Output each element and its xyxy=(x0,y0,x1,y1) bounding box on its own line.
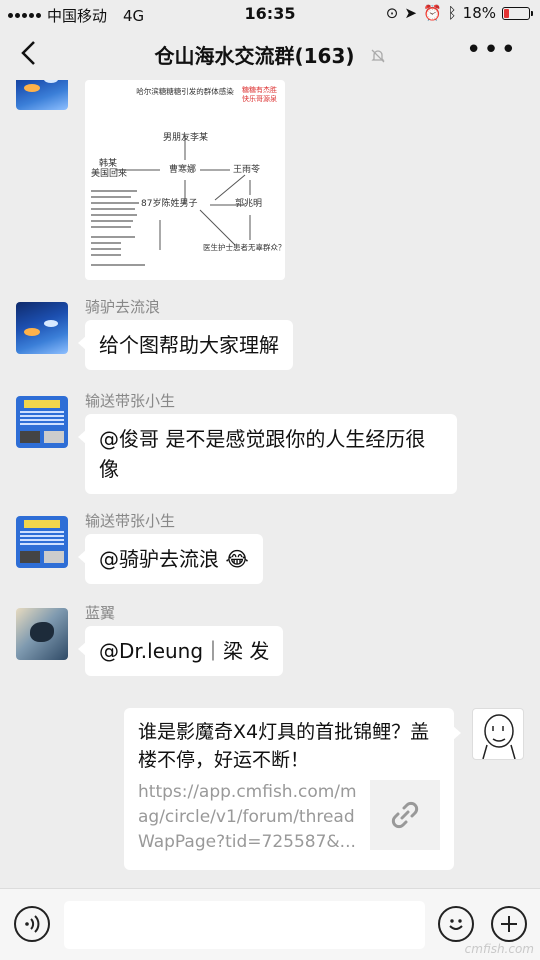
avatar[interactable] xyxy=(16,516,68,568)
link-title: 谁是影魔奇X4灯具的首批锦鲤？盖楼不停，好运不断！ xyxy=(138,721,430,771)
battery-icon xyxy=(502,6,533,20)
watermark: cmfish.com xyxy=(464,942,534,956)
avatar[interactable] xyxy=(16,396,68,448)
message-text: 给个图帮助大家理解 xyxy=(99,333,279,357)
battery-percent: 18% xyxy=(462,4,496,22)
alarm-icon: ⏰ xyxy=(422,4,442,22)
status-bar: 中国移动 4G 16:35 ⊙ ➤ ⏰ ᛒ 18% xyxy=(0,0,540,30)
link-url: https://app.cmfish.com/mag/circle/v1/for… xyxy=(138,782,357,852)
diagram-node-wang: 王雨苓 xyxy=(233,165,261,175)
voice-icon[interactable] xyxy=(14,906,50,942)
diagram-node-man87: 87岁陈姓男子 xyxy=(141,199,198,209)
more-dots-icon[interactable]: ••• xyxy=(466,37,518,63)
bluetooth-icon: ᛒ xyxy=(447,4,457,22)
message-bubble[interactable]: @骑驴去流浪 😂 xyxy=(78,534,263,584)
input-bar: cmfish.com xyxy=(0,888,540,960)
message-bubble[interactable]: @Dr.leung｜梁 发 xyxy=(77,626,284,676)
status-right: ⊙ ➤ ⏰ ᛒ 18% xyxy=(385,4,533,22)
group-name: 仓山海水交流群(163) xyxy=(154,44,355,68)
sender-name: 骑驴去流浪 xyxy=(85,298,161,316)
sender-name: 蓝翼 xyxy=(85,604,116,622)
avatar[interactable] xyxy=(472,708,524,760)
chat-header: 仓山海水交流群(163) ••• xyxy=(0,30,540,80)
diagram-node-doctor: 医生护士患者无辜群众？？ xyxy=(203,243,285,252)
diagram-node-guo: 郭兆明 xyxy=(235,199,263,209)
chat-title: 仓山海水交流群(163) xyxy=(0,40,540,69)
link-icon xyxy=(370,780,440,850)
message-bubble[interactable]: 给个图帮助大家理解 xyxy=(78,320,293,370)
diagram-red-note: 糖糖有杰胜 快乐哥源泉 xyxy=(242,86,277,103)
diagram-node-cao: 曹寒娜 xyxy=(169,165,197,175)
lock-rotation-icon: ⊙ xyxy=(385,4,399,22)
sender-name: 输送带张小生 xyxy=(85,512,176,530)
message-text: @俊哥 是不是感觉跟你的人生经历很像 xyxy=(99,427,426,481)
avatar[interactable] xyxy=(16,80,68,110)
doodle-face-icon xyxy=(482,714,516,759)
avatar[interactable] xyxy=(16,608,68,660)
message-text: @骑驴去流浪 😂 xyxy=(99,547,249,571)
plus-icon[interactable] xyxy=(491,906,527,942)
message-list[interactable]: 哈尔滨糖糖糖引发的群体感染 糖糖有杰胜 快乐哥源泉 男朋友李某 韩某 美国回来 曹… xyxy=(0,80,540,888)
battery-fill xyxy=(504,8,509,18)
image-message[interactable]: 哈尔滨糖糖糖引发的群体感染 糖糖有杰胜 快乐哥源泉 男朋友李某 韩某 美国回来 曹… xyxy=(85,80,285,280)
diagram-node-boyfriend: 男朋友李某 xyxy=(163,133,209,143)
location-icon: ➤ xyxy=(404,4,417,22)
diagram-node-us: 美国回来 xyxy=(91,169,128,179)
link-card[interactable]: 谁是影魔奇X4灯具的首批锦鲤？盖楼不停，好运不断！ https://app.cm… xyxy=(124,708,461,870)
message-text: @Dr.leung｜梁 发 xyxy=(99,639,270,663)
message-bubble[interactable]: @俊哥 是不是感觉跟你的人生经历很像 xyxy=(78,414,457,494)
emoji-icon[interactable] xyxy=(438,906,474,942)
bell-mute-icon xyxy=(370,48,386,68)
avatar[interactable] xyxy=(16,302,68,354)
message-input[interactable] xyxy=(64,901,425,949)
sender-name: 输送带张小生 xyxy=(85,392,176,410)
